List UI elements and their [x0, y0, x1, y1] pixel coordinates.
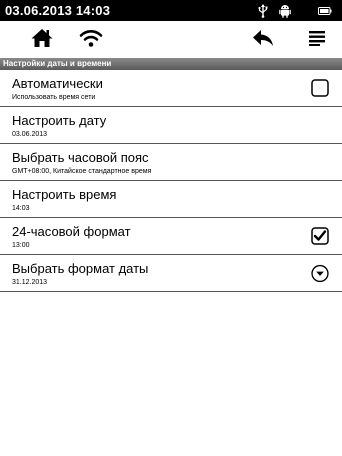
setting-title: 24-часовой формат	[12, 224, 131, 239]
24-hour-checkbox[interactable]	[311, 227, 329, 245]
setting-title: Настроить дату	[12, 113, 107, 128]
setting-time-zone[interactable]: Выбрать часовой пояс GMT+08:00, Китайско…	[0, 144, 342, 181]
auto-time-checkbox[interactable]	[311, 79, 329, 97]
wifi-button[interactable]	[76, 26, 106, 54]
home-button[interactable]	[27, 26, 57, 54]
date-format-dropdown[interactable]	[311, 264, 329, 282]
status-bar: 03.06.2013 14:03	[0, 0, 342, 21]
setting-title: Выбрать часовой пояс	[12, 150, 149, 165]
setting-title: Автоматически	[12, 76, 103, 91]
back-icon	[252, 29, 274, 52]
menu-button[interactable]	[302, 26, 332, 54]
checkbox-unchecked-icon	[311, 79, 329, 97]
setting-subtitle: 03.06.2013	[12, 131, 48, 138]
checkbox-checked-icon	[311, 227, 329, 245]
toolbar	[0, 22, 342, 58]
setting-auto-time[interactable]: Автоматически Использовать время сети	[0, 70, 342, 107]
section-header: Настройки даты и времени	[0, 58, 342, 70]
chevron-down-icon	[311, 264, 329, 282]
status-icons	[256, 0, 342, 21]
home-icon	[31, 28, 53, 53]
setting-date-format[interactable]: Выбрать формат даты 31.12.2013	[0, 255, 342, 292]
settings-list: Автоматически Использовать время сети На…	[0, 70, 342, 292]
setting-set-time[interactable]: Настроить время 14:03	[0, 181, 342, 218]
menu-icon	[309, 30, 325, 51]
setting-set-date[interactable]: Настроить дату 03.06.2013	[0, 107, 342, 144]
back-button[interactable]	[248, 26, 278, 54]
setting-subtitle: 13:00	[12, 242, 30, 249]
setting-title: Настроить время	[12, 187, 117, 202]
setting-subtitle: GMT+08:00, Китайское стандартное время	[12, 168, 152, 175]
setting-subtitle: Использовать время сети	[12, 94, 96, 101]
android-icon	[278, 4, 292, 18]
wifi-icon	[79, 28, 103, 53]
usb-icon	[256, 3, 270, 18]
setting-subtitle: 14:03	[12, 205, 30, 212]
setting-title: Выбрать формат даты	[12, 261, 149, 276]
setting-subtitle: 31.12.2013	[12, 279, 48, 286]
status-time: 03.06.2013 14:03	[5, 3, 111, 18]
setting-24-hour[interactable]: 24-часовой формат 13:00	[0, 218, 342, 255]
battery-icon	[318, 6, 332, 16]
